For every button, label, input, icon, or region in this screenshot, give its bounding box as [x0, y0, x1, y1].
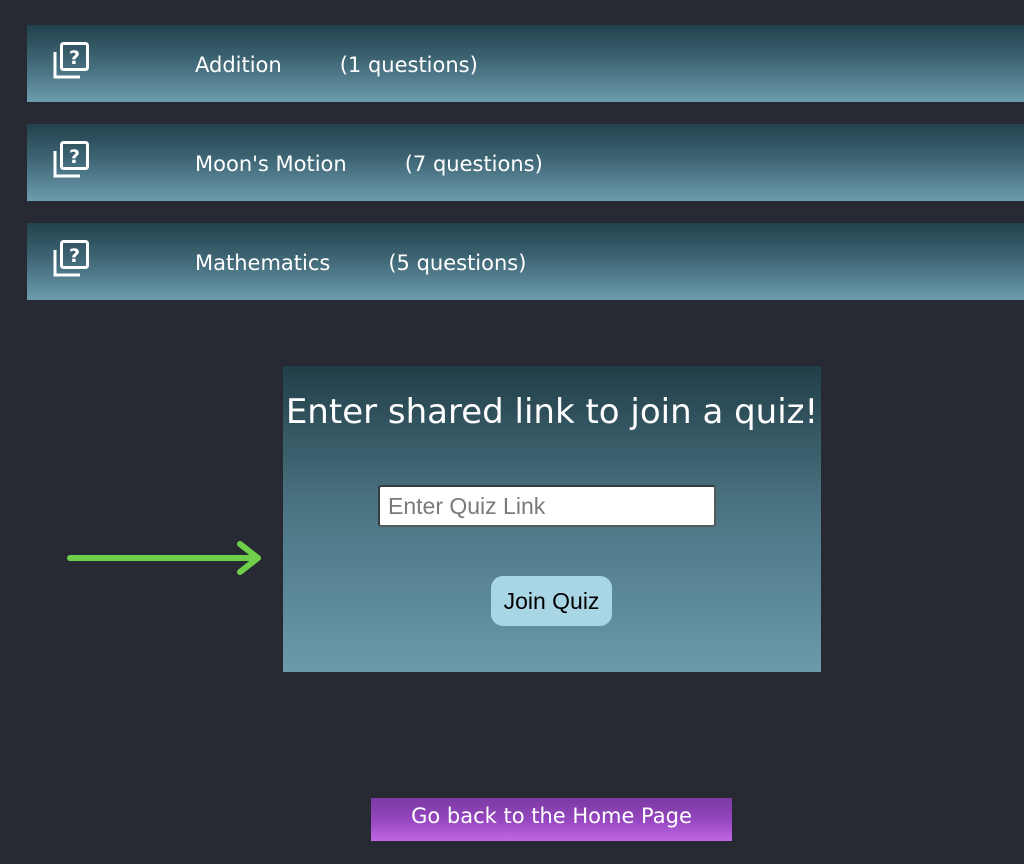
quiz-item-title: Mathematics: [195, 251, 331, 275]
quiz-item-count: (1 questions): [339, 53, 478, 77]
quiz-item-title-row: Mathematics (5 questions): [195, 223, 526, 303]
quiz-item-mathematics[interactable]: ? Mathematics (5 questions): [27, 223, 1024, 300]
svg-text:?: ?: [69, 146, 80, 168]
quiz-item-title-row: Moon's Motion (7 questions): [195, 124, 543, 204]
quiz-link-input[interactable]: [378, 485, 716, 527]
quiz-item-title: Moon's Motion: [195, 152, 347, 176]
join-quiz-button[interactable]: Join Quiz: [491, 576, 612, 626]
svg-text:?: ?: [69, 47, 80, 69]
svg-text:?: ?: [69, 245, 80, 267]
join-quiz-heading: Enter shared link to join a quiz!: [285, 392, 819, 432]
quiz-question-icon: ?: [53, 42, 89, 79]
quiz-question-icon: ?: [53, 240, 89, 277]
quiz-item-count: (7 questions): [404, 152, 543, 176]
quiz-item-addition[interactable]: ? Addition (1 questions): [27, 25, 1024, 102]
quiz-item-title: Addition: [195, 53, 282, 77]
right-arrow-icon: [67, 541, 261, 575]
quiz-item-moons-motion[interactable]: ? Moon's Motion (7 questions): [27, 124, 1024, 201]
quiz-item-count: (5 questions): [388, 251, 527, 275]
join-quiz-panel: Enter shared link to join a quiz! Join Q…: [283, 366, 821, 672]
quiz-list: ? Addition (1 questions) ? Moon's Motion (…: [27, 25, 1024, 322]
quiz-item-title-row: Addition (1 questions): [195, 25, 478, 105]
home-page-button[interactable]: Go back to the Home Page: [371, 798, 732, 841]
quiz-question-icon: ?: [53, 141, 89, 178]
